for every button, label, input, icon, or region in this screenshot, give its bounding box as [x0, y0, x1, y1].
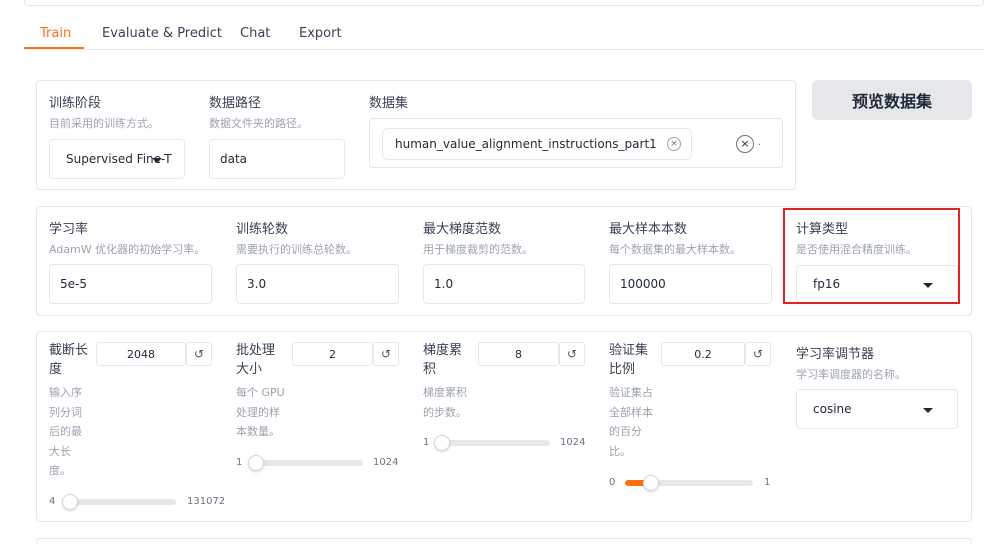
grad-accum-number-input[interactable]: 8 — [478, 342, 559, 366]
max-samples-value: 100000 — [620, 277, 666, 291]
grad-accum-label: 梯度累 积 — [423, 343, 463, 377]
cutoff-slider-track[interactable] — [66, 499, 176, 505]
val-size-max-label: 1 — [764, 477, 771, 488]
batch-slider-track[interactable] — [252, 460, 363, 466]
preview-dataset-button[interactable]: 预览数据集 — [812, 80, 972, 120]
data-dir-input[interactable]: data — [209, 139, 345, 179]
cutoff-number-input[interactable]: 2048 — [96, 342, 186, 366]
chevron-down-icon — [923, 408, 933, 413]
val-size-info: 验证集占 全部样本 的百分 比。 — [609, 386, 653, 458]
dataset-chip[interactable]: human_value_alignment_instructions_part1… — [382, 128, 692, 160]
tab-evaluate-predict[interactable]: Evaluate & Predict — [102, 26, 222, 41]
top-panel-edge — [24, 0, 984, 6]
val-size-min-label: 0 — [609, 477, 616, 488]
lr-value: 5e-5 — [60, 277, 87, 291]
reset-icon[interactable]: ↺ — [373, 342, 399, 366]
max-samples-label: 最大样本本数 — [609, 222, 688, 237]
data-dir-info: 数据文件夹的路径。 — [209, 117, 308, 130]
val-size-slider-thumb[interactable] — [642, 475, 659, 491]
epochs-input[interactable]: 3.0 — [236, 264, 399, 304]
tab-bar: Train Evaluate & Predict Chat Export — [24, 22, 984, 50]
cutoff-info: 输入序 列分词 后的最 大长 度。 — [49, 386, 82, 477]
val-size-label: 验证集 比例 — [609, 343, 649, 377]
tab-train[interactable]: Train — [40, 26, 71, 41]
cutoff-slider-thumb[interactable] — [62, 494, 78, 510]
max-grad-norm-label: 最大梯度范数 — [423, 222, 502, 237]
grad-accum-info: 梯度累积 的步数。 — [423, 386, 467, 419]
stage-label: 训练阶段 — [49, 96, 102, 111]
max-grad-norm-info: 用于梯度裁剪的范数。 — [423, 243, 533, 256]
grad-accum-max-label: 1024 — [560, 437, 586, 448]
data-dir-label: 数据路径 — [209, 96, 262, 111]
grad-accum-min-label: 1 — [423, 437, 430, 448]
data-dir-value: data — [220, 152, 248, 166]
dropdown-dot-icon[interactable]: · — [758, 140, 761, 151]
max-samples-input[interactable]: 100000 — [609, 264, 772, 304]
val-size-number-input[interactable]: 0.2 — [661, 342, 745, 366]
dataset-label: 数据集 — [369, 96, 409, 111]
batch-label: 批处理 大小 — [236, 343, 276, 377]
batch-number-input[interactable]: 2 — [292, 342, 373, 366]
reset-icon[interactable]: ↺ — [745, 342, 771, 366]
batch-max-label: 1024 — [373, 457, 399, 468]
scheduler-dropdown[interactable]: cosine — [796, 389, 958, 429]
chevron-down-icon — [152, 158, 162, 163]
batch-slider-thumb[interactable] — [248, 455, 264, 471]
cutoff-max-label: 131072 — [187, 496, 226, 507]
lr-input[interactable]: 5e-5 — [49, 264, 212, 304]
reset-icon[interactable]: ↺ — [186, 342, 212, 366]
highlight-box — [783, 208, 960, 304]
max-grad-norm-value: 1.0 — [434, 277, 454, 291]
tab-chat[interactable]: Chat — [240, 26, 270, 41]
batch-info: 每个 GPU 处理的样 本数量。 — [236, 386, 285, 438]
chip-close-icon[interactable]: × — [667, 137, 681, 151]
max-samples-info: 每个数据集的最大样本数。 — [609, 243, 741, 256]
grad-accum-slider-thumb[interactable] — [434, 435, 450, 451]
lr-info: AdamW 优化器的初始学习率。 — [49, 243, 206, 256]
scheduler-label: 学习率调节器 — [796, 347, 875, 362]
cutoff-label: 截断长 度 — [49, 343, 89, 377]
lr-label: 学习率 — [49, 222, 89, 237]
max-grad-norm-input[interactable]: 1.0 — [423, 264, 585, 304]
tab-export[interactable]: Export — [299, 26, 342, 41]
stage-dropdown[interactable]: Supervised Fine-T — [49, 139, 185, 179]
scheduler-info: 学习率调度器的名称。 — [796, 368, 906, 381]
reset-icon[interactable]: ↺ — [559, 342, 585, 366]
active-tab-indicator — [24, 47, 84, 49]
clear-icon[interactable]: × — [736, 135, 754, 153]
grad-accum-slider-track[interactable] — [438, 440, 550, 446]
batch-min-label: 1 — [236, 457, 243, 468]
scheduler-value: cosine — [813, 402, 852, 416]
next-panel-edge — [36, 538, 972, 544]
cutoff-min-label: 4 — [49, 496, 56, 507]
dataset-chip-label: human_value_alignment_instructions_part1 — [395, 137, 657, 151]
stage-info: 目前采用的训练方式。 — [49, 117, 159, 130]
epochs-info: 需要执行的训练总轮数。 — [236, 243, 357, 256]
epochs-label: 训练轮数 — [236, 222, 289, 237]
epochs-value: 3.0 — [247, 277, 267, 291]
